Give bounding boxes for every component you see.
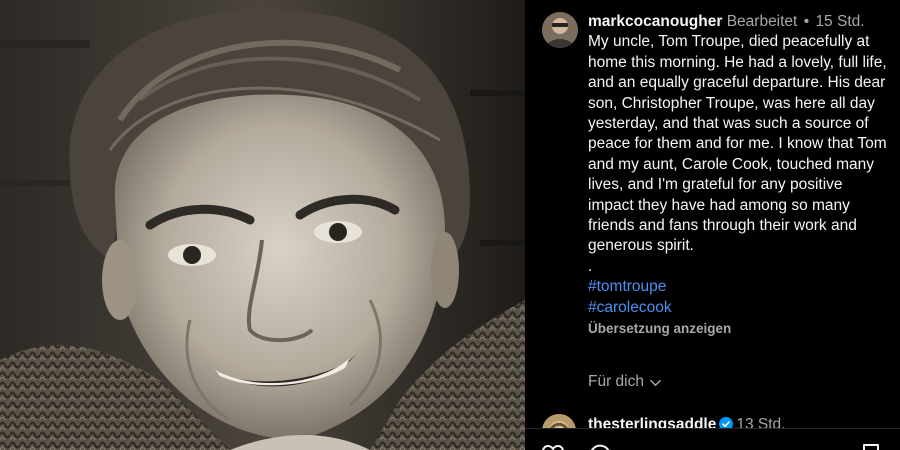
for-you-label: Für dich bbox=[588, 373, 644, 390]
post-photo[interactable] bbox=[0, 0, 525, 450]
profile-photo-icon bbox=[542, 12, 578, 48]
post-details-panel: markcocanougher Bearbeitet • 15 Std. My … bbox=[525, 0, 900, 450]
heart-icon[interactable] bbox=[541, 443, 565, 450]
bookmark-icon[interactable] bbox=[859, 443, 883, 450]
comment-icon[interactable] bbox=[588, 443, 612, 450]
caption-period: . bbox=[588, 257, 593, 275]
chevron-down-icon bbox=[650, 379, 661, 386]
hashtag-link[interactable]: #tomtroupe bbox=[588, 277, 888, 297]
edited-label: Bearbeitet bbox=[726, 13, 798, 30]
caption-text: My uncle, Tom Troupe, died peacefully at… bbox=[588, 33, 887, 255]
hashtag-link[interactable]: #carolecook bbox=[588, 298, 888, 318]
for-you-toggle[interactable]: Für dich bbox=[588, 373, 662, 391]
author-avatar[interactable] bbox=[542, 12, 578, 48]
post-caption: markcocanougher Bearbeitet • 15 Std. My … bbox=[588, 12, 888, 340]
portrait-image bbox=[0, 0, 525, 450]
post-time[interactable]: 15 Std. bbox=[815, 13, 864, 30]
author-username[interactable]: markcocanougher bbox=[588, 13, 722, 30]
separator-dot: • bbox=[803, 13, 810, 30]
translate-button[interactable]: Übersetzung anzeigen bbox=[588, 319, 888, 339]
action-bar bbox=[525, 428, 900, 450]
